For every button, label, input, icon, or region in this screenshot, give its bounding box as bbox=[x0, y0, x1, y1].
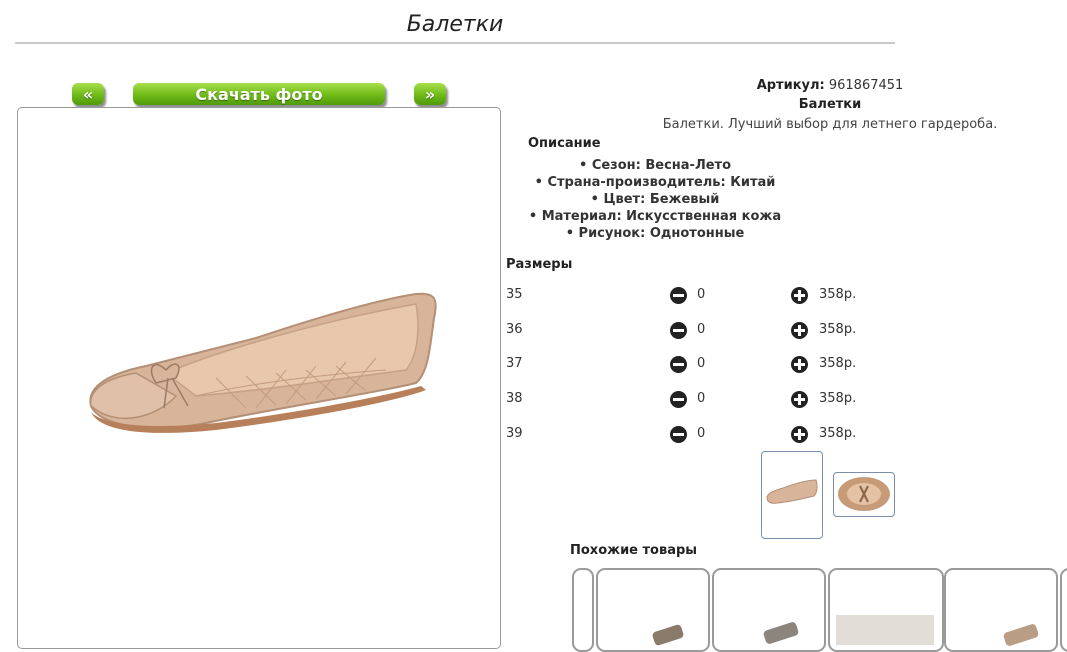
quantity-value: 0 bbox=[697, 426, 706, 441]
plus-icon[interactable] bbox=[791, 426, 808, 443]
page-title: Балетки bbox=[15, 8, 895, 44]
feature-item: Сезон: Весна-Лето bbox=[520, 157, 790, 174]
size-row: 39 0 358р. bbox=[506, 422, 866, 446]
plus-icon[interactable] bbox=[791, 287, 808, 304]
minus-icon[interactable] bbox=[670, 356, 687, 373]
plus-icon[interactable] bbox=[791, 391, 808, 408]
size-value: 39 bbox=[506, 426, 523, 441]
plus-icon[interactable] bbox=[791, 322, 808, 339]
description-heading: Описание bbox=[528, 136, 601, 151]
ballet-flat-thumbnail bbox=[766, 479, 818, 504]
quantity-value: 0 bbox=[697, 287, 706, 302]
download-photo-button[interactable]: Скачать фото bbox=[133, 83, 385, 105]
product-short-description: Балетки. Лучший выбор для летнего гардер… bbox=[662, 117, 998, 132]
product-name: Балетки bbox=[798, 97, 862, 112]
quantity-value: 0 bbox=[697, 356, 706, 371]
quantity-value: 0 bbox=[697, 322, 706, 337]
photo-thumbnail-side[interactable] bbox=[761, 451, 823, 539]
similar-product-card[interactable] bbox=[572, 568, 594, 652]
size-row: 36 0 358р. bbox=[506, 318, 866, 342]
size-row: 35 0 358р. bbox=[506, 283, 866, 307]
quantity-value: 0 bbox=[697, 391, 706, 406]
minus-icon[interactable] bbox=[670, 322, 687, 339]
similar-product-card[interactable] bbox=[828, 568, 944, 652]
size-row: 37 0 358р. bbox=[506, 352, 866, 376]
similar-product-card[interactable] bbox=[596, 568, 710, 652]
similar-products-heading: Похожие товары bbox=[570, 543, 698, 558]
feature-item: Рисунок: Однотонные bbox=[520, 225, 790, 242]
photo-thumbnail-top[interactable] bbox=[833, 472, 895, 517]
article-value: 961867451 bbox=[828, 78, 904, 93]
feature-item: Страна-производитель: Китай bbox=[520, 174, 790, 191]
price: 358р. bbox=[819, 322, 857, 337]
price: 358р. bbox=[819, 287, 857, 302]
size-value: 38 bbox=[506, 391, 523, 406]
minus-icon[interactable] bbox=[670, 391, 687, 408]
minus-icon[interactable] bbox=[670, 426, 687, 443]
sizes-heading: Размеры bbox=[506, 257, 573, 272]
next-photo-button[interactable]: » bbox=[414, 83, 446, 105]
size-value: 35 bbox=[506, 287, 523, 302]
price: 358р. bbox=[819, 391, 857, 406]
similar-product-card[interactable] bbox=[944, 568, 1058, 652]
price: 358р. bbox=[819, 356, 857, 371]
feature-item: Материал: Искусственная кожа bbox=[520, 208, 790, 225]
minus-icon[interactable] bbox=[670, 287, 687, 304]
similar-product-card[interactable] bbox=[1060, 568, 1067, 652]
size-value: 37 bbox=[506, 356, 523, 371]
feature-item: Цвет: Бежевый bbox=[520, 191, 790, 208]
article-label: Артикул: bbox=[756, 78, 825, 93]
size-row: 38 0 358р. bbox=[506, 387, 866, 411]
ballet-flat-top-thumbnail bbox=[838, 477, 890, 511]
size-value: 36 bbox=[506, 322, 523, 337]
article-number: Артикул: 961867451 bbox=[640, 78, 1020, 93]
feature-list: Сезон: Весна-Лето Страна-производитель: … bbox=[520, 157, 790, 242]
ballet-flat-image bbox=[89, 292, 437, 433]
main-product-photo bbox=[17, 107, 501, 649]
price: 358р. bbox=[819, 426, 857, 441]
previous-photo-button[interactable]: « bbox=[72, 83, 104, 105]
similar-product-card[interactable] bbox=[712, 568, 826, 652]
plus-icon[interactable] bbox=[791, 356, 808, 373]
